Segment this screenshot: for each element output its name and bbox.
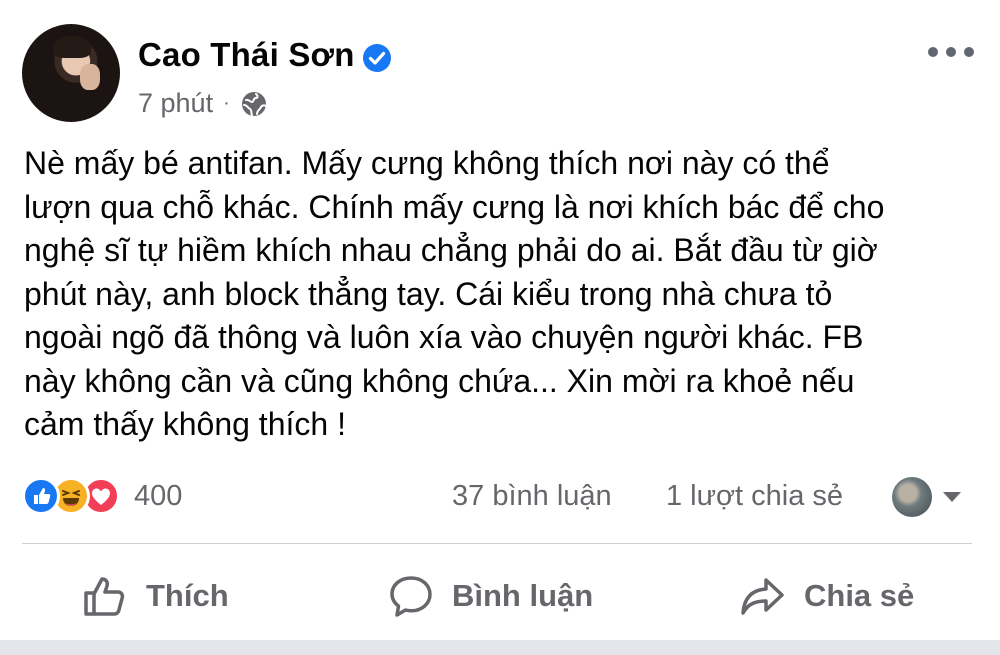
shares-count-link[interactable]: 1 lượt chia sẻ xyxy=(666,480,843,513)
comment-button[interactable]: Bình luận xyxy=(388,568,593,624)
post-text-line: lượn qua chỗ khác. Chính mấy cưng là nơi… xyxy=(24,188,885,225)
more-options-button[interactable] xyxy=(928,44,974,60)
viewer-avatar[interactable] xyxy=(892,477,932,517)
like-button[interactable]: Thích xyxy=(82,568,229,624)
more-dot xyxy=(964,47,974,57)
feed-separator xyxy=(0,640,1000,655)
post-text-line: Nè mấy bé antifan. Mấy cưng không thích … xyxy=(24,145,830,181)
comment-button-label: Bình luận xyxy=(452,578,594,613)
more-dot xyxy=(946,47,956,57)
thumbs-up-icon xyxy=(84,577,125,616)
meta-separator: · xyxy=(223,92,230,114)
chevron-down-icon[interactable] xyxy=(943,492,961,502)
reactions-summary[interactable]: 400 xyxy=(22,476,182,516)
more-dot xyxy=(928,47,938,57)
comments-count-link[interactable]: 37 bình luận xyxy=(452,480,612,513)
comment-icon xyxy=(390,576,432,617)
verified-badge-icon xyxy=(363,44,391,72)
post-meta: 7 phút · xyxy=(138,88,268,119)
facebook-post: Cao Thái Sơn 7 phút · Nè mấy bé antifan.… xyxy=(0,0,1000,655)
like-icon xyxy=(22,477,60,515)
post-text-line: cảm thấy không thích ! xyxy=(24,406,346,442)
post-text-line: này không cần và cũng không chứa... Xin … xyxy=(24,362,855,399)
divider xyxy=(22,543,972,544)
post-text: Nè mấy bé antifan. Mấy cưng không thích … xyxy=(24,142,984,447)
globe-icon xyxy=(241,91,267,117)
post-text-line: phút này, anh block thẳng tay. Cái kiểu … xyxy=(24,275,833,312)
post-text-line: ngoài ngõ đã thông và luôn xía vào chuyệ… xyxy=(24,319,864,355)
author-name[interactable]: Cao Thái Sơn xyxy=(138,36,355,74)
share-button[interactable]: Chia sẻ xyxy=(740,568,914,624)
post-text-line: nghệ sĩ tự hiềm khích nhau chẳng phải do… xyxy=(24,232,878,268)
author-avatar[interactable] xyxy=(22,24,120,122)
share-button-label: Chia sẻ xyxy=(804,578,915,613)
post-timestamp[interactable]: 7 phút xyxy=(138,88,213,119)
reaction-count: 400 xyxy=(134,479,183,512)
share-icon xyxy=(741,578,784,615)
like-button-label: Thích xyxy=(146,578,229,613)
